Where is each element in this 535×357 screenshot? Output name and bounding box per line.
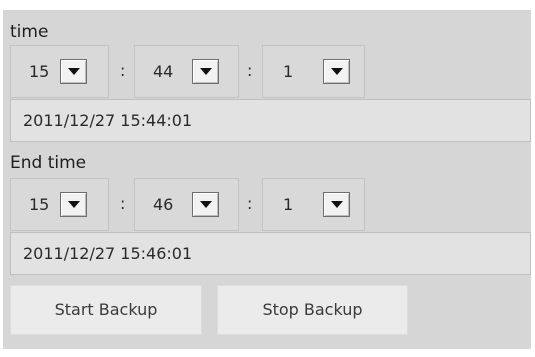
chevron-down-icon xyxy=(200,201,212,208)
end-minute-select[interactable]: 46 xyxy=(134,178,239,231)
start-hour-dropdown-button[interactable] xyxy=(60,59,87,84)
end-datetime-value: 2011/12/27 15:46:01 xyxy=(23,244,193,263)
end-second-value: 1 xyxy=(283,195,294,214)
end-minute-value: 46 xyxy=(153,195,174,214)
stop-backup-button[interactable]: Stop Backup xyxy=(217,285,408,335)
start-hour-value: 15 xyxy=(29,62,50,81)
start-datetime-value: 2011/12/27 15:44:01 xyxy=(23,111,193,130)
start-minute-value: 44 xyxy=(153,62,174,81)
end-hour-value: 15 xyxy=(29,195,50,214)
chevron-down-icon xyxy=(68,201,80,208)
end-minute-dropdown-button[interactable] xyxy=(192,192,219,217)
end-hour-dropdown-button[interactable] xyxy=(60,192,87,217)
chevron-down-icon xyxy=(200,68,212,75)
start-hour-select[interactable]: 15 xyxy=(10,45,109,98)
chevron-down-icon xyxy=(331,68,343,75)
start-minute-select[interactable]: 44 xyxy=(134,45,239,98)
backup-panel: time 15 : 44 : 1 2011/12/27 15:44:01 End… xyxy=(3,10,531,349)
start-minute-dropdown-button[interactable] xyxy=(192,59,219,84)
start-second-dropdown-button[interactable] xyxy=(323,59,350,84)
time-separator: : xyxy=(247,61,253,80)
start-second-select[interactable]: 1 xyxy=(262,45,365,98)
chevron-down-icon xyxy=(68,68,80,75)
time-separator: : xyxy=(120,61,126,80)
end-datetime-field: 2011/12/27 15:46:01 xyxy=(10,232,531,275)
start-second-value: 1 xyxy=(283,62,294,81)
time-separator: : xyxy=(120,194,126,213)
start-time-label: time xyxy=(10,22,49,42)
end-hour-select[interactable]: 15 xyxy=(10,178,109,231)
chevron-down-icon xyxy=(331,201,343,208)
time-separator: : xyxy=(247,194,253,213)
start-backup-button[interactable]: Start Backup xyxy=(10,285,202,335)
end-time-label: End time xyxy=(10,153,87,173)
end-second-dropdown-button[interactable] xyxy=(323,192,350,217)
start-datetime-field: 2011/12/27 15:44:01 xyxy=(10,99,531,142)
end-second-select[interactable]: 1 xyxy=(262,178,365,231)
